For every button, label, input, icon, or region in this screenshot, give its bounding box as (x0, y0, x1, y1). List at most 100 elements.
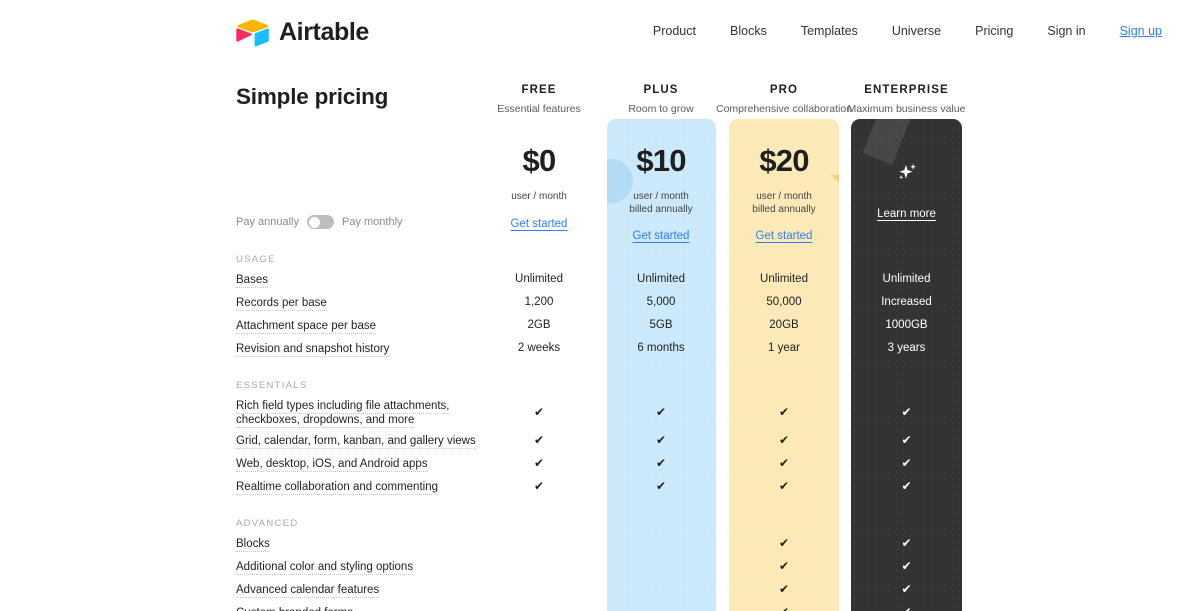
section-label-usage: USAGE (236, 254, 276, 265)
billing-period-toggle[interactable]: Pay annually Pay monthly (236, 215, 403, 229)
price-block-enterprise: Learn more (851, 160, 962, 222)
nav-link-pricing[interactable]: Pricing (958, 24, 1030, 38)
ribbon-decoration (862, 119, 914, 165)
cell-enterprise: ✔ (901, 536, 912, 550)
plan-name: FREE (521, 84, 557, 96)
plan-name: ENTERPRISE (864, 84, 949, 96)
section-label-essentials: ESSENTIALS (236, 380, 308, 391)
plan-header-enterprise: ENTERPRISE Maximum business value (836, 84, 977, 115)
plan-price: $20 (759, 143, 809, 178)
plan-header-plus: PLUS Room to grow (606, 84, 716, 115)
nav-link-blocks[interactable]: Blocks (713, 24, 784, 38)
feature-label: Attachment space per base (236, 320, 376, 334)
page-title: Simple pricing (236, 84, 389, 109)
cell-pro: ✔ (778, 582, 790, 596)
feature-label: Custom branded forms (236, 606, 516, 611)
cell-free: ✔ (533, 456, 545, 470)
main-navigation: Product Blocks Templates Universe Pricin… (636, 24, 1200, 38)
price-block-pro: $20 user / month billed annually Get sta… (729, 143, 839, 244)
cell-enterprise: Increased (881, 296, 932, 308)
cell-pro: 20GB (769, 319, 799, 331)
cell-plus: 5GB (649, 319, 673, 331)
airtable-logo[interactable]: Airtable (236, 18, 369, 47)
cell-pro: 50,000 (766, 296, 802, 308)
cell-pro: ✔ (778, 559, 790, 573)
nav-link-product[interactable]: Product (636, 24, 713, 38)
cell-plus: ✔ (655, 433, 667, 447)
feature-label: Records per base (236, 297, 327, 311)
cell-free: 2 weeks (517, 342, 561, 354)
feature-label: Revision and snapshot history (236, 343, 390, 357)
plan-name: PLUS (643, 84, 679, 96)
get-started-button-pro[interactable]: Get started (756, 230, 813, 242)
cell-pro: ✔ (729, 606, 839, 611)
sparkle-icon (898, 163, 916, 180)
airtable-logo-icon (236, 19, 269, 46)
price-block-free: $0 user / month Get started (484, 143, 594, 232)
price-subtext-line2: billed annually (629, 203, 693, 215)
nav-link-templates[interactable]: Templates (784, 24, 875, 38)
cell-free: ✔ (533, 433, 545, 447)
plan-column-backgrounds (0, 0, 1200, 611)
plan-tagline: Room to grow (628, 103, 694, 115)
price-block-plus: $10 user / month billed annually Get sta… (606, 143, 716, 244)
toggle-label-monthly: Pay monthly (342, 216, 403, 228)
plan-tagline: Maximum business value (847, 103, 966, 115)
cell-pro: ✔ (778, 479, 790, 493)
nav-link-universe[interactable]: Universe (875, 24, 958, 38)
cell-enterprise: ✔ (901, 479, 912, 493)
brand-name: Airtable (279, 18, 369, 46)
cell-pro: 1 year (768, 342, 800, 354)
price-subtext-line1: user / month (756, 191, 812, 202)
cell-plus: Unlimited (637, 273, 685, 285)
plan-price: $10 (636, 143, 686, 178)
cell-enterprise: ✔ (901, 456, 912, 470)
cell-enterprise: ✔ (901, 433, 912, 447)
feature-label: Web, desktop, iOS, and Android apps (236, 458, 428, 472)
feature-label: Rich field types including file attachme… (236, 400, 450, 428)
toggle-label-annually: Pay annually (236, 216, 299, 228)
nav-link-sign-up[interactable]: Sign up (1103, 24, 1200, 38)
cell-pro: ✔ (778, 536, 790, 550)
cell-pro: ✔ (778, 433, 790, 447)
cell-free: 1,200 (524, 296, 554, 308)
cell-enterprise: 3 years (887, 342, 926, 354)
cell-free: 2GB (527, 319, 551, 331)
cell-free: ✔ (533, 479, 545, 493)
price-subtext-line1: user / month (511, 191, 567, 202)
cell-pro: ✔ (778, 405, 790, 419)
cell-enterprise: ✔ (901, 405, 912, 419)
feature-label: Advanced calendar features (236, 584, 380, 598)
price-subtext: user / month billed annually (606, 191, 716, 216)
get-started-button-plus[interactable]: Get started (633, 230, 690, 242)
cell-enterprise: ✔ (851, 606, 962, 611)
feature-label: Blocks (236, 538, 270, 552)
cell-plus: 6 months (637, 342, 685, 354)
cell-pro: ✔ (778, 456, 790, 470)
cell-plus: ✔ (655, 405, 667, 419)
cell-plus: 5,000 (646, 296, 676, 308)
site-header: Airtable Product Blocks Templates Univer… (0, 0, 1200, 64)
price-subtext-line2: billed annually (752, 203, 816, 215)
plan-tagline: Essential features (497, 103, 581, 115)
cell-pro: Unlimited (760, 273, 808, 285)
cell-enterprise: ✔ (901, 582, 912, 596)
billing-switch[interactable] (307, 215, 334, 229)
section-label-advanced: ADVANCED (236, 518, 299, 529)
nav-link-sign-in[interactable]: Sign in (1030, 24, 1102, 38)
cell-free: ✔ (533, 405, 545, 419)
get-started-button-free[interactable]: Get started (511, 218, 568, 230)
plan-price: $0 (522, 143, 557, 178)
pricing-page: Airtable Product Blocks Templates Univer… (0, 0, 1200, 611)
cell-free: Unlimited (515, 273, 563, 285)
plan-header-free: FREE Essential features (484, 84, 594, 115)
price-subtext-line1: user / month (633, 191, 689, 202)
price-subtext: user / month billed annually (729, 191, 839, 216)
cell-plus: ✔ (655, 479, 667, 493)
cell-enterprise: ✔ (901, 559, 912, 573)
learn-more-button-enterprise[interactable]: Learn more (877, 208, 936, 220)
switch-knob (308, 216, 320, 228)
cell-plus: ✔ (655, 456, 667, 470)
feature-label: Realtime collaboration and commenting (236, 481, 438, 495)
feature-label: Additional color and styling options (236, 561, 414, 575)
